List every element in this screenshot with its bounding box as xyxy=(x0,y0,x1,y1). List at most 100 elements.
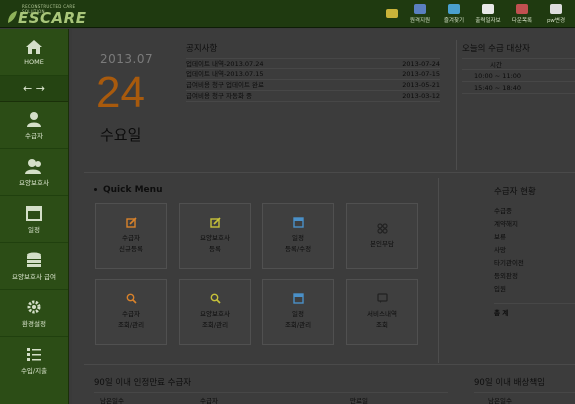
sidebar-item-caregiver[interactable]: 요양보호사 xyxy=(0,149,68,196)
remote-support-icon xyxy=(414,4,426,14)
quick-schedule-register[interactable]: 일정 등록/수정 xyxy=(262,203,334,269)
column-header: 수급자 xyxy=(200,397,218,404)
quick-menu-title: Quick Menu xyxy=(94,185,162,195)
notice-row-date: 2013-03-12 xyxy=(402,92,440,100)
pencil-icon xyxy=(482,4,494,14)
top-bar: RECONSTRUCTED CARE SOLUTION ESCARE 원격지원 … xyxy=(0,0,575,28)
calendar-icon xyxy=(292,293,304,304)
card-label: 조회/관리 xyxy=(201,321,229,329)
sidebar-nav-arrows[interactable]: ← → xyxy=(0,76,68,102)
notice-row[interactable]: 급여비용 청구 업데이트 완료 2013-05-21 xyxy=(186,80,440,91)
today-recipients-panel: 오늘의 수급 대상자 시간 10:00 ~ 11:00 15:40 ~ 18:4… xyxy=(462,42,575,94)
notice-row-title: 급여비용 청구 자동화 중 xyxy=(186,92,252,100)
person-icon xyxy=(27,111,41,127)
favorites-button[interactable]: 즐겨찾기 xyxy=(437,0,471,28)
status-row[interactable]: 보류 xyxy=(494,231,575,244)
sidebar-item-home[interactable]: HOME xyxy=(0,29,68,76)
column-header: 만료일 xyxy=(350,397,368,404)
card-label: 조회/관리 xyxy=(117,321,145,329)
sidebar-item-settings[interactable]: 환경설정 xyxy=(0,290,68,337)
quick-caregiver-register[interactable]: 요양보호사 등록 xyxy=(179,203,251,269)
divider xyxy=(84,172,575,173)
notice-row[interactable]: 급여비용 청구 자동화 중 2013-03-12 xyxy=(186,91,440,102)
sidebar-item-label: 수급자 xyxy=(25,131,43,140)
quick-menu-label: Quick Menu xyxy=(103,185,163,195)
year-month: 2013.07 xyxy=(100,52,154,66)
today-title: 오늘의 수급 대상자 xyxy=(462,44,530,54)
sidebar-item-label: 환경설정 xyxy=(22,319,46,328)
day-number: 24 xyxy=(96,68,145,117)
notice-row-date: 2013-07-15 xyxy=(402,70,440,78)
notice-row-title: 업데이트 내역-2013.07.24 xyxy=(186,60,264,68)
card-label: 서비스내역 xyxy=(367,310,397,318)
remote-support-button[interactable]: 원격지원 xyxy=(403,0,437,28)
download-list-button[interactable]: 다운목록 xyxy=(505,0,539,28)
card-label: 조회/관리 xyxy=(284,321,312,329)
nav-arrows-icon: ← → xyxy=(23,82,45,95)
divider xyxy=(438,178,439,363)
message-button[interactable] xyxy=(381,0,403,28)
liability-title: 90일 이내 배상책임 xyxy=(474,378,545,388)
card-label: 일정 xyxy=(292,310,304,318)
home-icon xyxy=(26,39,42,54)
status-row[interactable]: 타기관이전 xyxy=(494,257,575,270)
edit-icon xyxy=(125,217,137,228)
toolbar-label: 즐겨찾기 xyxy=(443,18,465,24)
sidebar-item-schedule[interactable]: 일정 xyxy=(0,196,68,243)
quick-copayment[interactable]: 본인부담 xyxy=(346,203,418,269)
logo-name: ESCARE xyxy=(18,9,87,27)
gear-icon xyxy=(27,300,41,313)
weekday: 수요일 xyxy=(100,126,142,144)
status-row[interactable]: 계약해지 xyxy=(494,218,575,231)
column-header: 남은일수 xyxy=(100,397,124,404)
sidebar-item-income-expense[interactable]: 수입/지출 xyxy=(0,337,68,384)
notice-row-title: 업데이트 내역-2013.07.15 xyxy=(186,70,264,78)
message-icon xyxy=(386,8,398,18)
sidebar-item-label: 수입/지출 xyxy=(20,367,48,375)
database-icon xyxy=(27,252,41,267)
search-icon xyxy=(210,293,221,304)
status-total: 총 계 xyxy=(494,303,575,317)
app-logo[interactable]: RECONSTRUCTED CARE SOLUTION ESCARE xyxy=(4,2,87,27)
recipient-status-panel: 수급자 현황 수급중 계약해지 보류 사망 타기관이전 등외판정 입원 총 계 xyxy=(494,185,575,317)
quick-schedule-search[interactable]: 일정 조회/관리 xyxy=(262,279,334,345)
chat-icon xyxy=(376,293,388,303)
sidebar-item-label: 일정 xyxy=(28,225,40,234)
card-label: 요양보호사 xyxy=(200,310,230,318)
card-label: 조회 xyxy=(376,321,388,329)
expiring-recipients-title: 90일 이내 인정만료 수급자 xyxy=(94,378,192,388)
today-row[interactable]: 10:00 ~ 11:00 xyxy=(462,70,575,82)
status-row[interactable]: 사망 xyxy=(494,244,575,257)
password-change-button[interactable]: pw변경 xyxy=(539,0,573,28)
card-label: 신규등록 xyxy=(119,245,143,253)
liability-header: 남은일수 xyxy=(474,392,575,404)
today-row[interactable]: 15:40 ~ 18:40 xyxy=(462,82,575,94)
status-row[interactable]: 입원 xyxy=(494,283,575,296)
calendar-icon xyxy=(292,217,304,228)
status-row[interactable]: 수급중 xyxy=(494,205,575,218)
sidebar-item-label: 요양보호사 xyxy=(19,178,49,187)
card-label: 요양보호사 xyxy=(200,234,230,242)
today-header: 시간 xyxy=(462,58,575,70)
sidebar-item-label: HOME xyxy=(24,57,44,66)
divider xyxy=(456,40,457,170)
card-label: 수급자 xyxy=(122,310,140,318)
status-title: 수급자 현황 xyxy=(494,187,536,197)
expiring-recipients-header: 남은일수 수급자 만료일 xyxy=(94,392,448,404)
quick-recipient-search[interactable]: 수급자 조회/관리 xyxy=(95,279,167,345)
key-icon xyxy=(550,4,562,14)
notice-row[interactable]: 업데이트 내역-2013.07.15 2013-07-15 xyxy=(186,69,440,80)
notice-title: 공지사항 xyxy=(186,44,218,54)
quick-recipient-register[interactable]: 수급자 신규등록 xyxy=(95,203,167,269)
quick-service-history[interactable]: 서비스내역 조회 xyxy=(346,279,418,345)
quick-caregiver-search[interactable]: 요양보호사 조회/관리 xyxy=(179,279,251,345)
print-log-button[interactable]: 출력일자보 xyxy=(471,0,505,28)
bullet-icon xyxy=(94,188,97,191)
notice-row-title: 급여비용 청구 업데이트 완료 xyxy=(186,81,264,89)
notice-row[interactable]: 업데이트 내역-2013.07.24 2013-07-24 xyxy=(186,58,440,69)
sidebar-item-recipient[interactable]: 수급자 xyxy=(0,102,68,149)
search-icon xyxy=(126,293,137,304)
toolbar-label: 다운목록 xyxy=(511,18,533,24)
status-row[interactable]: 등외판정 xyxy=(494,270,575,283)
sidebar-item-caregiver-pay[interactable]: 요양보호사 급여 xyxy=(0,243,68,290)
